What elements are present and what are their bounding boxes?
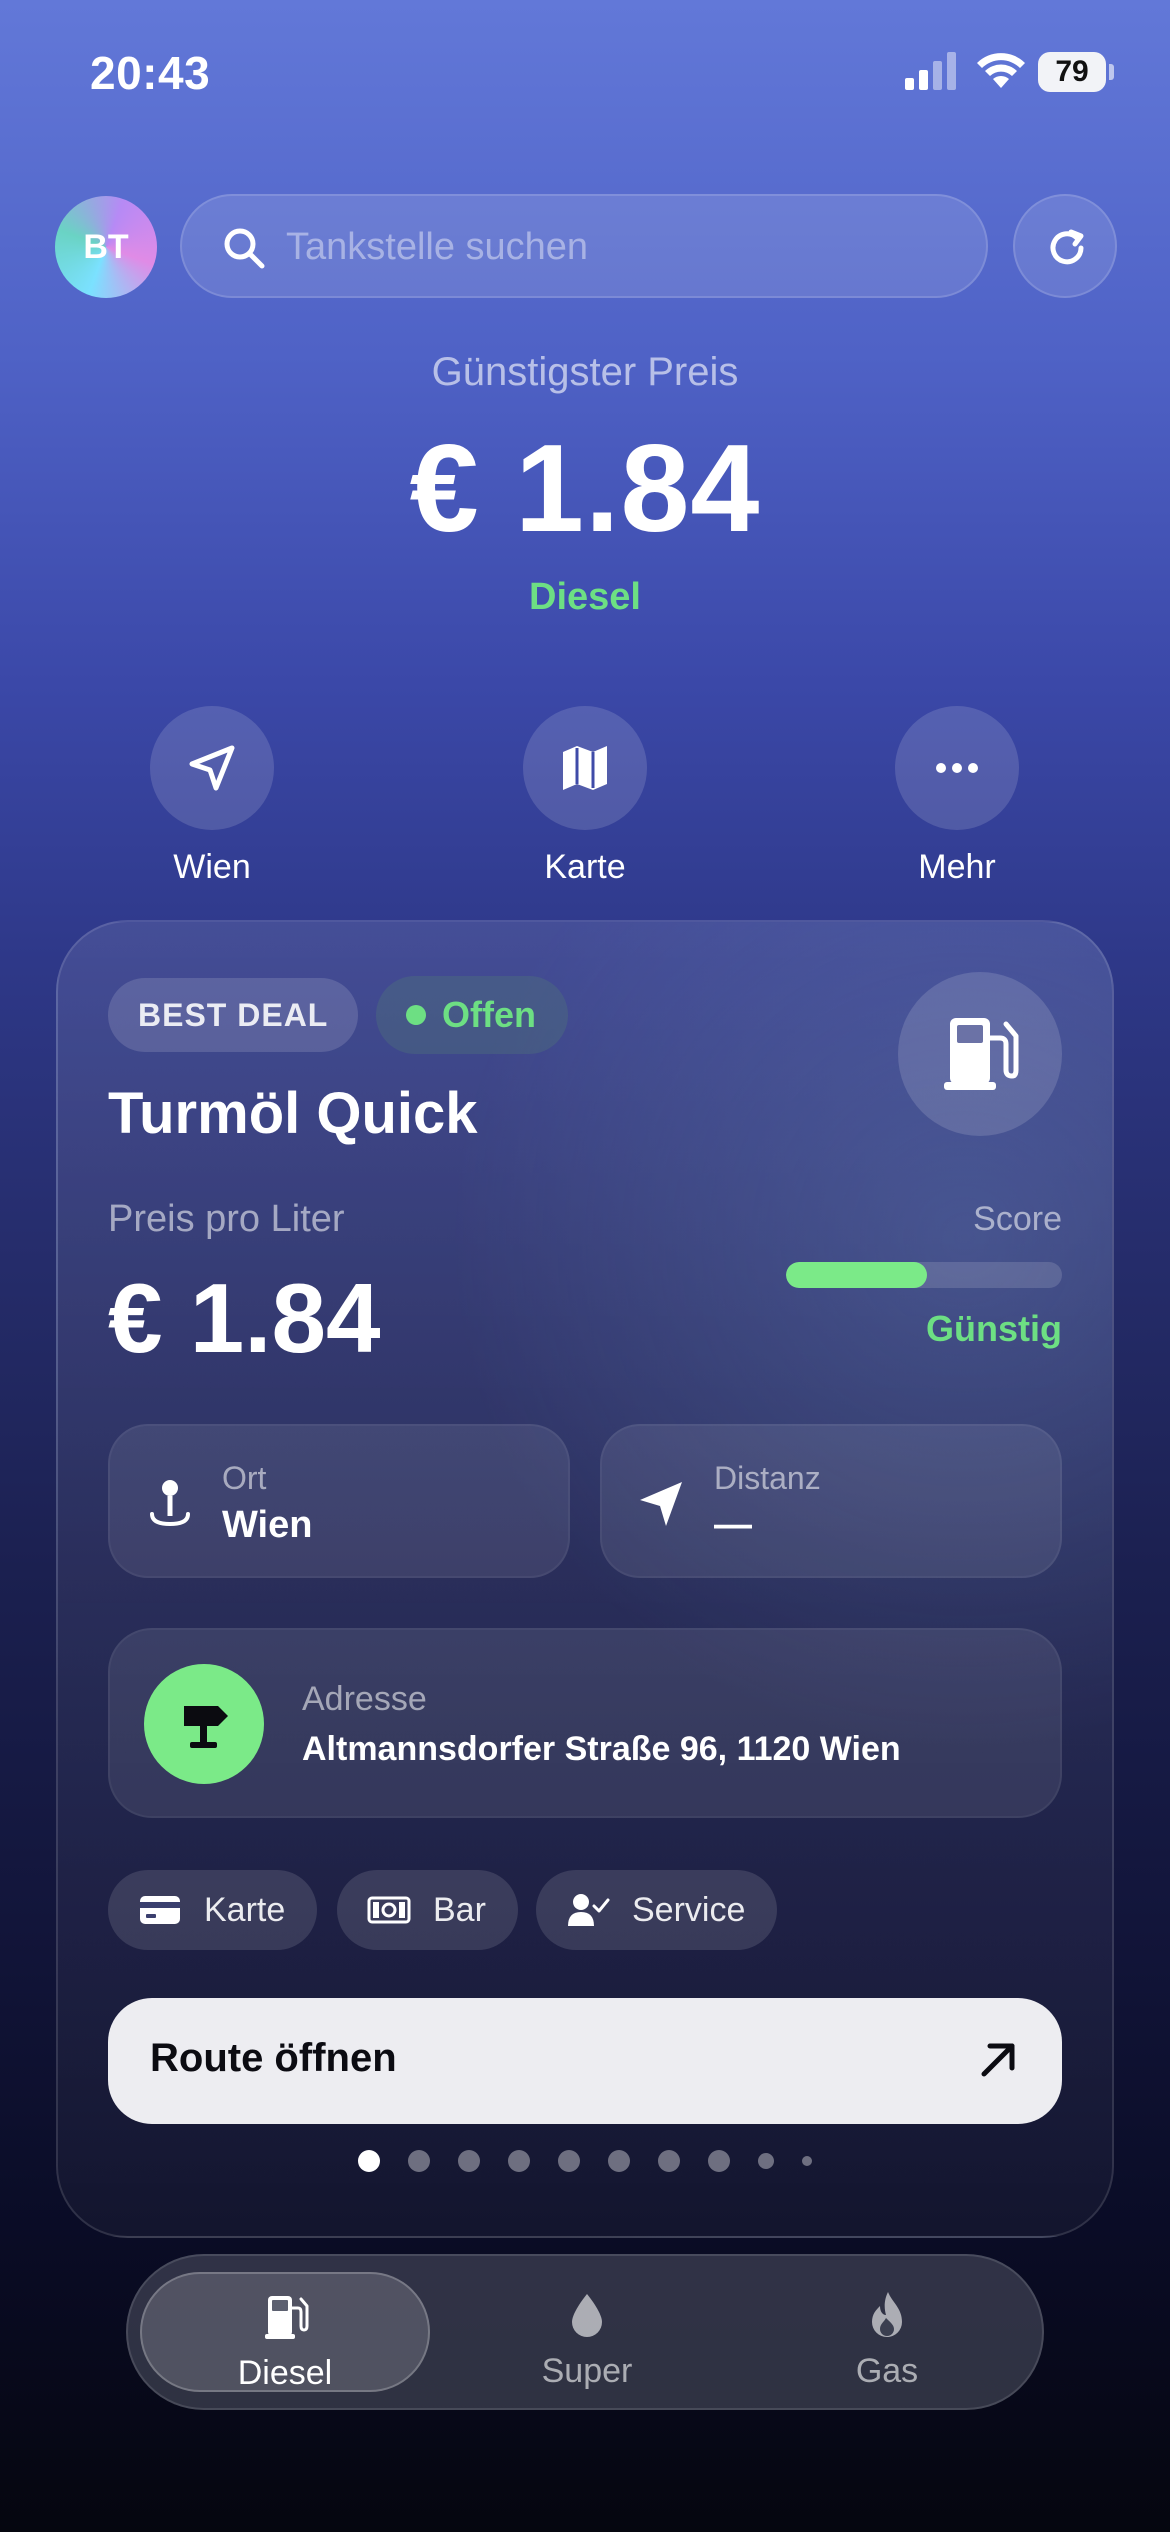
distance-label: Distanz: [714, 1460, 821, 1496]
open-status-badge: Offen: [376, 976, 568, 1054]
quick-action-location-circle[interactable]: [150, 706, 274, 830]
page-dot[interactable]: [508, 2150, 530, 2172]
page-dot[interactable]: [608, 2150, 630, 2172]
quick-action-map-circle[interactable]: [523, 706, 647, 830]
payment-chip-cash: Bar: [337, 1870, 518, 1950]
open-route-button[interactable]: Route öffnen: [108, 1998, 1062, 2124]
page-dot[interactable]: [758, 2153, 774, 2169]
open-status-text: Offen: [442, 994, 536, 1035]
page-dot[interactable]: [458, 2150, 480, 2172]
quick-action-more-circle[interactable]: [895, 706, 1019, 830]
payment-chip-cash-label: Bar: [433, 1891, 486, 1929]
page-dot[interactable]: [408, 2150, 430, 2172]
battery-level: 79: [1038, 52, 1106, 92]
price-per-liter-label: Preis pro Liter: [108, 1198, 345, 1240]
page-indicator[interactable]: [0, 2150, 1170, 2180]
open-route-label: Route öffnen: [150, 2036, 397, 2080]
avatar[interactable]: BT: [55, 196, 157, 298]
quick-action-more[interactable]: Mehr: [895, 706, 1019, 886]
payment-chip-card-label: Karte: [204, 1891, 286, 1929]
refresh-button[interactable]: [1013, 194, 1117, 298]
cheapest-price-label: Günstigster Preis: [431, 350, 739, 394]
address-icon-circle: [144, 1664, 264, 1784]
page-dot[interactable]: [802, 2156, 812, 2166]
score-rating: Günstig: [926, 1308, 1062, 1349]
best-deal-badge: BEST DEAL: [108, 978, 359, 1052]
cellular-signal-icon: [905, 50, 957, 95]
quick-action-map[interactable]: Karte: [523, 706, 647, 886]
address-tile[interactable]: Adresse Altmannsdorfer Straße 96, 1120 W…: [108, 1628, 1062, 1818]
quick-action-location-label: Wien: [173, 848, 251, 886]
price-per-liter-value: € 1.84: [108, 1263, 381, 1373]
page-dot[interactable]: [358, 2150, 380, 2172]
location-tile: Ort Wien: [108, 1424, 570, 1578]
quick-action-more-label: Mehr: [918, 848, 996, 886]
station-pump-badge: [898, 972, 1062, 1136]
cheapest-price-value: € 1.84: [409, 420, 761, 558]
battery-tip: [1109, 64, 1114, 80]
address-label: Adresse: [302, 1680, 427, 1718]
payment-chip-service: Service: [536, 1870, 778, 1950]
quick-action-map-label: Karte: [544, 848, 626, 886]
address-value: Altmannsdorfer Straße 96, 1120 Wien: [302, 1730, 901, 1768]
status-dot: [406, 1005, 426, 1025]
distance-value: —: [714, 1504, 752, 1546]
payment-chip-service-label: Service: [632, 1891, 746, 1929]
tab-super-label: Super: [541, 2352, 633, 2390]
payment-chip-card: Karte: [108, 1870, 318, 1950]
page-dot[interactable]: [708, 2150, 730, 2172]
tab-super[interactable]: Super: [442, 2272, 732, 2392]
wifi-icon: [975, 50, 1027, 95]
tab-diesel-label: Diesel: [237, 2354, 333, 2392]
search-input[interactable]: [284, 216, 968, 278]
score-bar-fill: [786, 1262, 927, 1288]
fuel-tab-bar: Diesel Super Gas: [126, 2254, 1044, 2410]
location-label: Ort: [222, 1460, 267, 1496]
score-bar: [786, 1262, 1062, 1288]
tab-diesel[interactable]: Diesel: [140, 2272, 430, 2392]
quick-action-location[interactable]: Wien: [150, 706, 274, 886]
page-dot[interactable]: [558, 2150, 580, 2172]
search-icon: [222, 226, 266, 275]
location-value: Wien: [222, 1504, 313, 1546]
status-time: 20:43: [90, 47, 211, 99]
distance-tile: Distanz —: [600, 1424, 1062, 1578]
cheapest-fuel-type: Diesel: [529, 576, 641, 618]
page-dot[interactable]: [658, 2150, 680, 2172]
score-label: Score: [973, 1200, 1062, 1238]
station-name: Turmöl Quick: [108, 1081, 478, 1146]
tab-gas[interactable]: Gas: [742, 2272, 1032, 2392]
tab-gas-label: Gas: [855, 2352, 919, 2390]
search-bar[interactable]: [180, 194, 988, 298]
